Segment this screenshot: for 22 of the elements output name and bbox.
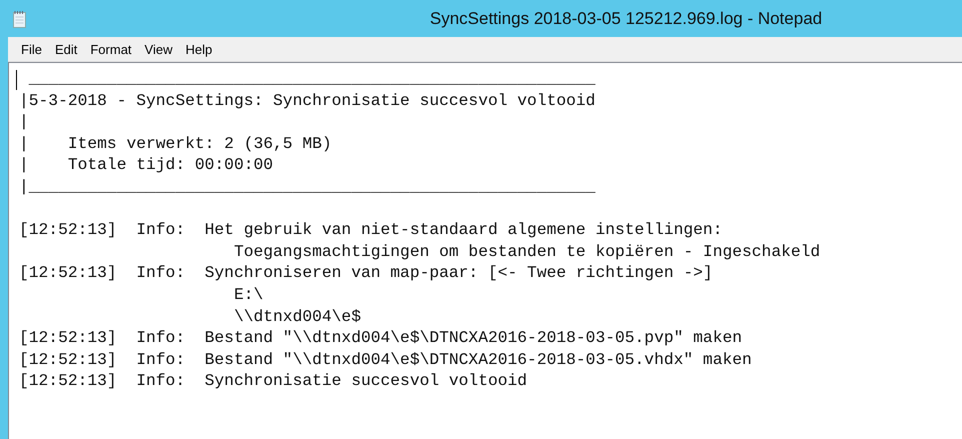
menu-item[interactable]: Format: [84, 40, 139, 58]
menu-item[interactable]: Edit: [48, 40, 84, 58]
log-line: | Items verwerkt: 2 (36,5 MB): [19, 132, 332, 154]
notepad-icon: [12, 10, 28, 28]
log-line: \\dtnxd004\e$: [232, 306, 361, 328]
log-line: [12:52:13] Info: Synchronisatie succesvol voltooid: [19, 370, 528, 392]
menu-item[interactable]: View: [138, 40, 180, 58]
menu-item[interactable]: Help: [179, 40, 220, 58]
text-cursor: [16, 70, 17, 90]
log-line: Toegangsmachtigingen om bestanden te kopiëren - Ingeschakeld: [232, 240, 820, 262]
window-title: SyncSettings 2018-03-05 125212.969.log - Notepad: [430, 8, 822, 28]
log-line: | Totale tijd: 00:00:00: [19, 154, 274, 176]
log-line: E:\: [232, 284, 264, 306]
log-line: [12:52:13] Info: Het gebruik van niet-standaard algemene instellingen:: [19, 219, 722, 241]
log-line: [12:52:13] Info: Synchroniseren van map-paar: [<- Twee richtingen ->]: [19, 262, 713, 284]
log-line: [12:52:13] Info: Bestand "\\dtnxd004\e$\DTNCXA2016-2018-03-05.vhdx" maken: [19, 348, 752, 370]
log-line: |: [19, 111, 29, 133]
menu-item[interactable]: File: [15, 40, 49, 58]
log-line: |5-3-2018 - SyncSettings: Synchronisatie succesvol voltooid: [19, 90, 596, 112]
log-line: [12:52:13] Info: Bestand "\\dtnxd004\e$\DTNCXA2016-2018-03-05.pvp" maken: [19, 327, 742, 349]
log-line: |__________________________________________________________: [19, 176, 596, 198]
log-line: __________________________________________________________: [28, 68, 596, 90]
